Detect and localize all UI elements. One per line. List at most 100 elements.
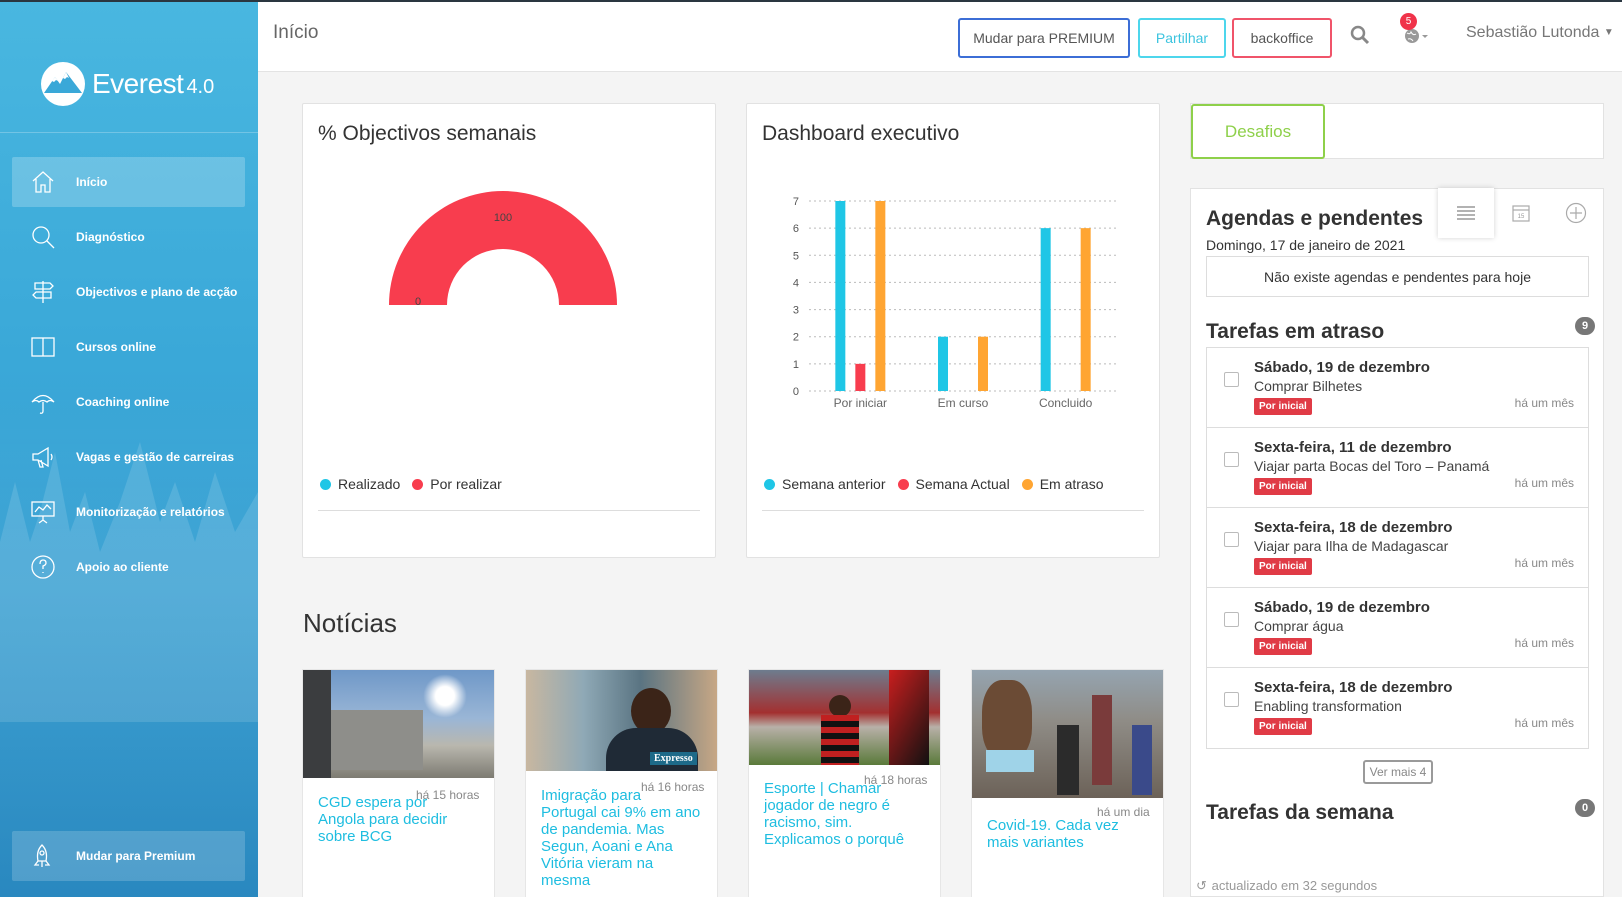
legend-label: Semana Actual: [915, 476, 1010, 492]
legend-label: Em atraso: [1039, 476, 1104, 492]
top-bar: Início Mudar para PREMIUM Partilhar back…: [258, 0, 1622, 72]
task-item[interactable]: Sexta-feira, 18 de dezembro Enabling tra…: [1207, 668, 1588, 748]
legend-dot: [897, 479, 909, 490]
x-tick-label: Concluido: [1039, 396, 1093, 410]
sidebar-item-label: Apoio ao cliente: [76, 560, 169, 574]
executive-bar-chart: 0 1 2 3 4 5 6 7 Por iniciar Em curso Concluido: [793, 196, 1117, 410]
news-source-badge: Expresso: [650, 752, 697, 765]
task-checkbox[interactable]: [1224, 532, 1239, 547]
bar-em-atraso: [978, 336, 988, 391]
task-checkbox[interactable]: [1224, 452, 1239, 467]
sidebar-item-vagas[interactable]: Vagas e gestão de carreiras: [12, 432, 245, 482]
news-image: [303, 670, 494, 778]
task-status-badge: Por inicial: [1254, 638, 1312, 655]
task-item[interactable]: Sexta-feira, 11 de dezembro Viajar parta…: [1207, 428, 1588, 508]
share-button[interactable]: Partilhar: [1138, 18, 1226, 58]
refresh-icon[interactable]: ↺: [1196, 878, 1208, 894]
news-image: [749, 670, 940, 765]
task-status-badge: Por inicial: [1254, 478, 1312, 495]
x-tick-label: Por iniciar: [834, 396, 887, 410]
brand-name: Everest: [92, 68, 184, 99]
sidebar-item-coaching[interactable]: Coaching online: [12, 377, 245, 427]
sidebar-item-cursos[interactable]: Cursos online: [12, 322, 245, 372]
legend-item-por-realizar[interactable]: Por realizar: [412, 476, 502, 492]
gauge-data-label: 100: [494, 212, 512, 224]
task-name: Viajar parta Bocas del Toro – Panamá: [1254, 458, 1490, 474]
calendar-view-button[interactable]: 15: [1493, 188, 1549, 238]
task-checkbox[interactable]: [1224, 692, 1239, 707]
task-name: Comprar Bilhetes: [1254, 378, 1363, 394]
y-tick-label: 4: [793, 277, 799, 289]
search-icon[interactable]: [1350, 25, 1370, 45]
sidebar-item-monitorizacao[interactable]: Monitorização e relatórios: [12, 487, 245, 537]
legend-item-semana-actual[interactable]: Semana Actual: [897, 476, 1010, 492]
sidebar-item-objectivos[interactable]: Objectivos e plano de acção: [12, 267, 245, 317]
task-date: Sábado, 19 de dezembro: [1254, 359, 1430, 376]
sidebar-item-apoio[interactable]: Apoio ao cliente: [12, 542, 245, 592]
overdue-task-list: Sábado, 19 de dezembro Comprar Bilhetes …: [1206, 347, 1589, 749]
user-menu[interactable]: Sebastião Lutonda ▼: [1466, 24, 1614, 42]
x-tick-label: Em curso: [938, 396, 989, 410]
sidebar-premium-button[interactable]: Mudar para Premium: [12, 831, 245, 881]
agenda-panel: 15 Agendas e pendentes Domingo, 17 de ja…: [1190, 188, 1604, 897]
task-status-badge: Por inicial: [1254, 398, 1312, 415]
task-item[interactable]: Sábado, 19 de dezembro Comprar Bilhetes …: [1207, 348, 1588, 428]
legend-item-semana-anterior[interactable]: Semana anterior: [764, 476, 886, 492]
week-tasks-title: Tarefas da semana: [1206, 801, 1394, 824]
megaphone-icon: [30, 444, 56, 470]
weekly-legend: Realizado Por realizar: [320, 476, 514, 492]
task-checkbox[interactable]: [1224, 372, 1239, 387]
news-card[interactable]: há um dia Covid-19. Cada vez mais varian…: [971, 669, 1164, 897]
news-card[interactable]: Expresso há 16 horas Imigração para Port…: [525, 669, 718, 897]
news-headline[interactable]: CGD espera por Angola para decidir sobre…: [318, 794, 468, 845]
umbrella-icon: [30, 389, 56, 415]
legend-label: Realizado: [338, 476, 401, 492]
legend-item-em-atraso[interactable]: Em atraso: [1021, 476, 1104, 492]
task-checkbox[interactable]: [1224, 612, 1239, 627]
weekly-objectives-title: % Objectivos semanais: [318, 122, 537, 145]
sidebar-item-label: Vagas e gestão de carreiras: [76, 450, 235, 464]
task-item[interactable]: Sábado, 19 de dezembro Comprar água Por …: [1207, 588, 1588, 668]
presentation-icon: [30, 499, 56, 525]
news-image: Expresso: [526, 670, 717, 771]
backoffice-button[interactable]: backoffice: [1232, 18, 1332, 58]
task-date: Sexta-feira, 11 de dezembro: [1254, 439, 1452, 456]
task-item[interactable]: Sexta-feira, 18 de dezembro Viajar para …: [1207, 508, 1588, 588]
news-card[interactable]: há 18 horas Esporte | Chamar jogador de …: [748, 669, 941, 897]
task-age: há um mês: [1514, 636, 1574, 650]
bar-semana-anterior: [938, 336, 948, 391]
legend-dot: [1021, 479, 1033, 490]
updated-text: actualizado em 32 segundos: [1211, 878, 1378, 893]
sidebar-item-label: Cursos online: [76, 340, 157, 354]
calendar-day: 15: [1518, 214, 1525, 220]
brand-version: 4.0: [186, 75, 215, 98]
dashboard-legend: Semana anterior Semana Actual Em atraso: [764, 476, 1116, 492]
y-tick-label: 6: [793, 223, 799, 235]
add-agenda-button[interactable]: [1548, 188, 1604, 238]
help-icon: [30, 554, 56, 580]
legend-label: Semana anterior: [782, 476, 886, 492]
weekly-objectives-card: % Objectivos semanais 100 0 Realizado Por…: [302, 103, 716, 558]
see-more-button[interactable]: Ver mais 4: [1363, 760, 1433, 784]
upgrade-premium-button[interactable]: Mudar para PREMIUM: [958, 18, 1130, 58]
everest-logo[interactable]: Everest 4.0: [38, 58, 214, 110]
tab-desafios[interactable]: Desafios: [1191, 104, 1325, 159]
news-headline[interactable]: Imigração para Portugal cai 9% em ano de…: [541, 787, 701, 889]
sidebar-item-diagnostico[interactable]: Diagnóstico: [12, 212, 245, 262]
legend-dot: [320, 479, 331, 490]
news-card[interactable]: há 15 horas CGD espera por Angola para d…: [302, 669, 495, 897]
bar-semana-anterior: [835, 201, 846, 391]
news-headline[interactable]: Covid-19. Cada vez mais variantes: [987, 817, 1127, 851]
notification-badge: 5: [1400, 13, 1417, 30]
sidebar-item-label: Objectivos e plano de acção: [76, 285, 238, 299]
sidebar-nav: Início Diagnóstico Objectivos e plano de…: [12, 157, 245, 597]
sidebar-item-inicio[interactable]: Início: [12, 157, 245, 207]
sidebar-item-label: Diagnóstico: [76, 230, 145, 244]
legend-item-realizado[interactable]: Realizado: [320, 476, 400, 492]
y-tick-label: 0: [793, 386, 799, 398]
legend-dot: [412, 479, 424, 490]
news-headline[interactable]: Esporte | Chamar jogador de negro é raci…: [764, 780, 924, 848]
bar-em-atraso: [1080, 228, 1091, 391]
task-status-badge: Por inicial: [1254, 558, 1312, 575]
list-view-button[interactable]: [1438, 188, 1494, 238]
